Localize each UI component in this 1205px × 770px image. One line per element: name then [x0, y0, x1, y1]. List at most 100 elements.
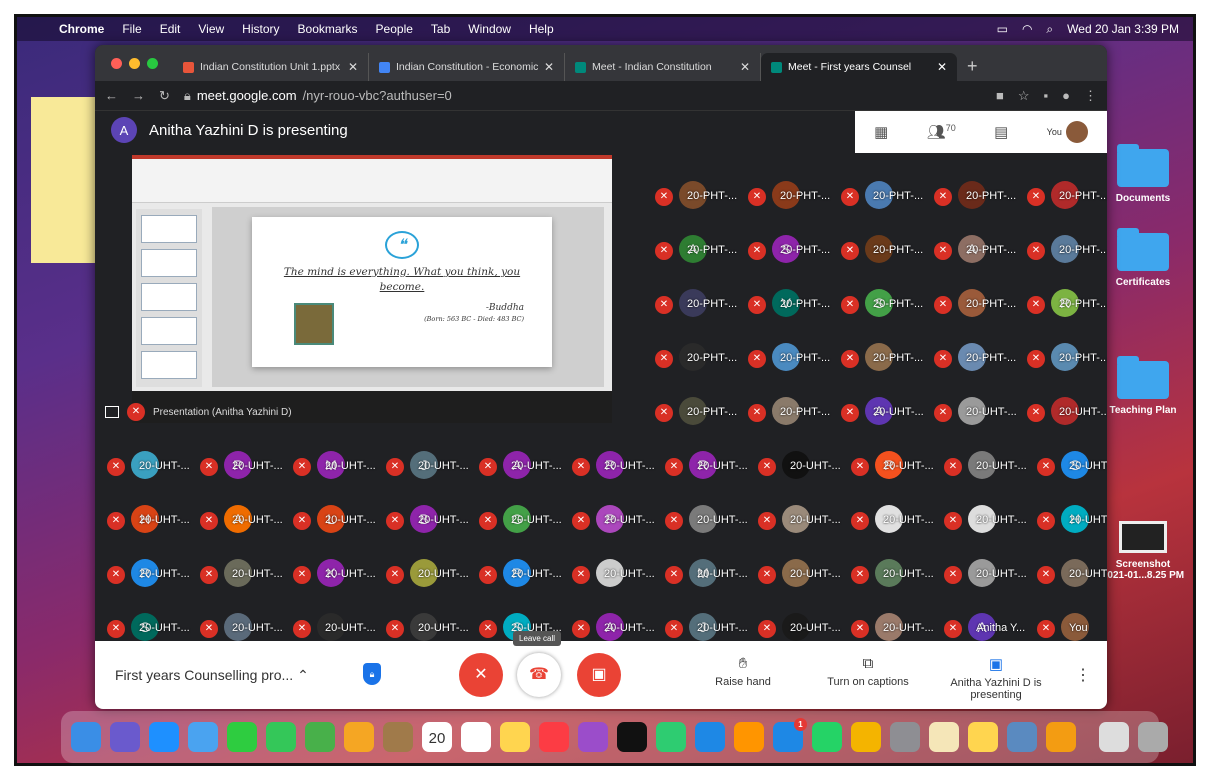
- participant-tile[interactable]: ✕ 20-PHT-...: [655, 289, 755, 319]
- contacts-icon[interactable]: [383, 722, 413, 752]
- participant-tile[interactable]: ✕ 20-UHT-...: [758, 451, 858, 481]
- launchpad-icon[interactable]: [110, 722, 140, 752]
- participant-tile[interactable]: ✕ 20-UHT-...: [386, 613, 486, 643]
- music-icon[interactable]: [539, 722, 569, 752]
- participant-tile[interactable]: ✕ 20-UHT-...: [851, 559, 951, 589]
- url-field[interactable]: 🔒︎ meet.google.com/nyr-rouo-vbc?authuser=…: [184, 88, 452, 104]
- participant-tile[interactable]: ✕ B 20-UHT-...: [386, 505, 486, 535]
- safari-icon[interactable]: [149, 722, 179, 752]
- system-preferences-icon[interactable]: [890, 722, 920, 752]
- app-store-icon[interactable]: 1: [773, 718, 807, 752]
- calendar-icon[interactable]: 20: [422, 722, 452, 752]
- menu-edit[interactable]: Edit: [160, 22, 181, 36]
- chrome-icon[interactable]: [851, 722, 881, 752]
- participant-tile[interactable]: ✕ 20-UHT-...: [665, 505, 765, 535]
- participant-tile[interactable]: ✕ 20-UHT-...: [386, 559, 486, 589]
- participant-tile[interactable]: ✕S20-UHT-...: [1037, 451, 1107, 481]
- participant-tile[interactable]: ✕S20-UHT-...: [107, 613, 207, 643]
- menu-help[interactable]: Help: [529, 22, 554, 36]
- self-view[interactable]: You: [1047, 121, 1088, 143]
- desktop-teaching-plan[interactable]: Teaching Plan: [1099, 356, 1187, 416]
- tab-close-icon[interactable]: ✕: [740, 60, 750, 74]
- tab-close-icon[interactable]: ✕: [348, 60, 358, 74]
- participant-tile[interactable]: ✕ A 20-UHT-...: [841, 397, 941, 427]
- zoom-window-icon[interactable]: [147, 58, 158, 69]
- participant-tile[interactable]: ✕ R 20-UHT-...: [665, 451, 765, 481]
- participant-tile[interactable]: ✕ A 20-UHT-...: [200, 505, 300, 535]
- participant-tile[interactable]: ✕ R 20-PHT-...: [1027, 289, 1107, 319]
- participant-tile[interactable]: ✕ 20-UHT-...: [758, 559, 858, 589]
- reminders-icon[interactable]: [461, 722, 491, 752]
- menu-app-name[interactable]: Chrome: [59, 22, 104, 36]
- participant-tile[interactable]: ✕ R 20-UHT-...: [572, 451, 672, 481]
- menu-people[interactable]: People: [376, 22, 413, 36]
- participant-tile[interactable]: ✕ K 20-UHT-...: [293, 559, 393, 589]
- menu-history[interactable]: History: [242, 22, 279, 36]
- chat-icon[interactable]: ▤: [994, 123, 1008, 141]
- participant-tile[interactable]: ✕ J 20-UHT-...: [665, 613, 765, 643]
- participant-tile[interactable]: ✕ P 20-UHT-...: [572, 505, 672, 535]
- participant-tile[interactable]: ✕ 20-PHT-...: [934, 181, 1034, 211]
- participant-tile[interactable]: ✕ 20-PHT-...: [934, 343, 1034, 373]
- podcasts-icon[interactable]: [578, 722, 608, 752]
- participant-tile[interactable]: ✕ 20-UHT-...: [758, 613, 858, 643]
- tab-close-icon[interactable]: ✕: [544, 60, 554, 74]
- participant-tile[interactable]: ✕ R 20-UHT-...: [479, 559, 579, 589]
- sticky-note[interactable]: [31, 97, 101, 263]
- participant-tile[interactable]: ✕ 20-PHT-...: [841, 235, 941, 265]
- documents-stack-icon[interactable]: [1099, 722, 1129, 752]
- participant-tile[interactable]: ✕ 20-PHT-...: [655, 181, 755, 211]
- participant-tile[interactable]: ✕ V 20-PHT-...: [748, 289, 848, 319]
- participant-tile[interactable]: ✕ S 20-PHT-...: [748, 235, 848, 265]
- finder-icon[interactable]: [71, 722, 101, 752]
- facetime-icon[interactable]: [227, 722, 257, 752]
- menu-window[interactable]: Window: [468, 22, 511, 36]
- participant-tile[interactable]: ✕ A 20-PHT-...: [934, 235, 1034, 265]
- participant-tile[interactable]: ✕H20-UHT-...: [1037, 505, 1107, 535]
- tab-economic[interactable]: Indian Constitution - Economic ✕: [369, 53, 565, 81]
- participant-tile[interactable]: ✕ 20-PHT-...: [1027, 181, 1107, 211]
- tab-meet-counselling[interactable]: Meet - First years Counsel ✕: [761, 53, 957, 81]
- screenshot-app-icon[interactable]: [1007, 722, 1037, 752]
- participant-tile[interactable]: ✕ 20-PHT-...: [1027, 343, 1107, 373]
- participant-tile[interactable]: ✕H20-UHT-...: [107, 505, 207, 535]
- forward-icon[interactable]: →: [132, 88, 145, 103]
- chevron-up-icon[interactable]: ⌃: [297, 667, 309, 683]
- participant-tile[interactable]: ✕ 20-UHT-...: [107, 451, 207, 481]
- participant-tile[interactable]: ✕ J 20-UHT-...: [386, 451, 486, 481]
- participant-tile[interactable]: ✕ 20-UHT-...: [200, 613, 300, 643]
- participant-tile[interactable]: ✕ 20-PHT-...: [841, 343, 941, 373]
- host-controls-icon[interactable]: 🔒︎: [363, 663, 381, 685]
- participant-tile[interactable]: ✕ M 20-UHT-...: [665, 559, 765, 589]
- participant-tile[interactable]: ✕ R 20-UHT-...: [107, 559, 207, 589]
- grid-layout-icon[interactable]: ▦: [874, 123, 888, 141]
- more-options-icon[interactable]: ⋮: [1075, 665, 1091, 685]
- participant-tile[interactable]: ✕ A Anitha Y...: [944, 613, 1044, 643]
- menu-tab[interactable]: Tab: [431, 22, 450, 36]
- meeting-title[interactable]: First years Counselling pro... ⌃: [115, 667, 309, 684]
- desktop-documents[interactable]: Documents: [1099, 144, 1187, 204]
- leave-call-button[interactable]: ☎︎: [517, 653, 561, 697]
- pages-icon[interactable]: [734, 722, 764, 752]
- participant-tile[interactable]: ✕ 20-PHT-...: [841, 181, 941, 211]
- minimize-window-icon[interactable]: [129, 58, 140, 69]
- participant-tile[interactable]: ✕ 20-UHT-...: [293, 613, 393, 643]
- wifi-icon[interactable]: ◠: [1022, 22, 1032, 36]
- tab-pptx[interactable]: Indian Constitution Unit 1.pptx ✕: [173, 53, 369, 81]
- participant-tile[interactable]: ✕ G 20-UHT-...: [479, 505, 579, 535]
- mail-icon[interactable]: [188, 722, 218, 752]
- participant-tile[interactable]: ✕ 20-PHT-...: [748, 397, 848, 427]
- participant-tile[interactable]: ✕ A 20-UHT-...: [479, 451, 579, 481]
- tab-meet-indian[interactable]: Meet - Indian Constitution ✕: [565, 53, 761, 81]
- reload-icon[interactable]: ↻: [159, 88, 170, 104]
- participant-tile[interactable]: ✕ 20-UHT-...: [200, 559, 300, 589]
- participant-tile[interactable]: ✕ 20-UHT-...: [1027, 397, 1107, 427]
- participant-tile[interactable]: ✕ 20-PHT-...: [655, 343, 755, 373]
- profile-icon[interactable]: ●: [1062, 88, 1070, 104]
- participant-tile[interactable]: ✕ R 20-UHT-...: [200, 451, 300, 481]
- photos-icon[interactable]: [344, 722, 374, 752]
- menubar-clock[interactable]: Wed 20 Jan 3:39 PM: [1067, 22, 1179, 36]
- participant-tile[interactable]: ✕ You: [1037, 613, 1107, 643]
- participant-tile[interactable]: ✕ A 20-PHT-...: [655, 235, 755, 265]
- stickies-icon[interactable]: [968, 722, 998, 752]
